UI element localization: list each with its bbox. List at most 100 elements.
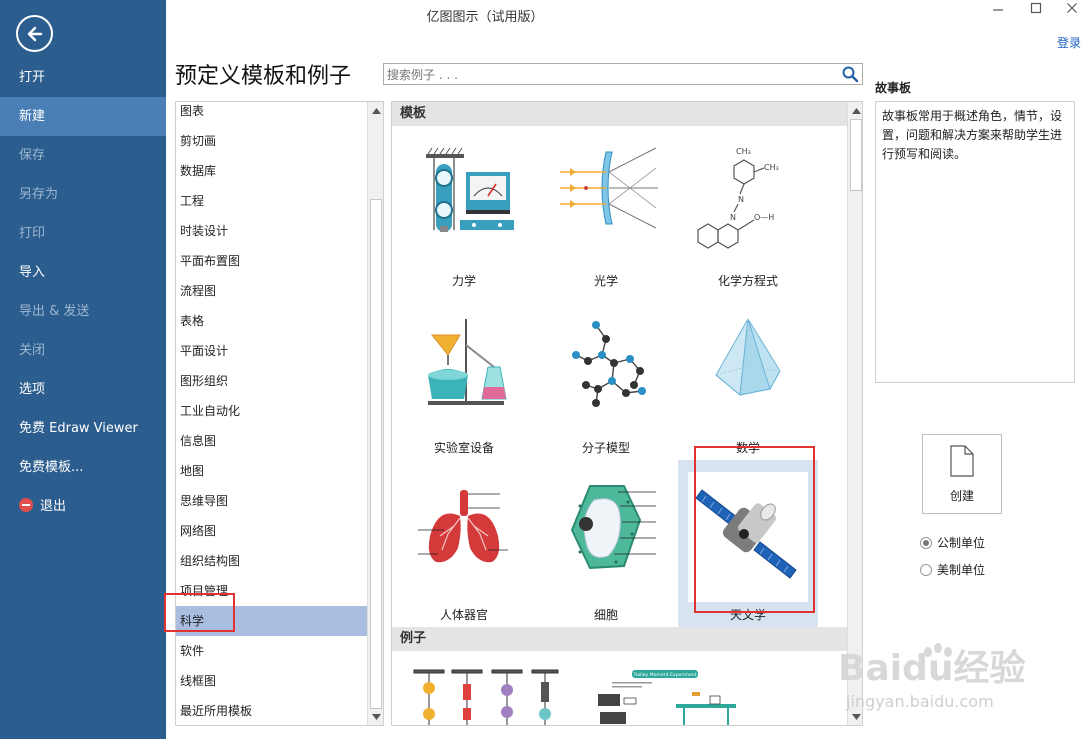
triangle-up-icon [371, 107, 381, 114]
sidebar-item-options[interactable]: 选项 [0, 370, 166, 409]
category-item[interactable]: 组织结构图 [176, 546, 367, 576]
molecular-model-thumbnail [572, 321, 646, 407]
maximize-button[interactable] [1026, 2, 1046, 20]
template-label: 细胞 [593, 608, 618, 622]
section-header-examples: 例子 [392, 627, 847, 651]
backstage-sidebar: 打开 新建 保存 另存为 打印 导入 导出 & 发送 关闭 选项 免费 Edra… [0, 0, 166, 739]
category-item[interactable]: 思维导图 [176, 486, 367, 516]
description-title: 故事板 [875, 81, 912, 95]
template-tile-lab-equipment[interactable]: 实验室设备 [394, 299, 534, 464]
category-item[interactable]: 平面布置图 [176, 246, 367, 276]
sidebar-item-export-send[interactable]: 导出 & 发送 [0, 292, 166, 331]
optics-thumbnail [560, 147, 658, 229]
search-input[interactable] [384, 65, 824, 85]
cell-thumbnail [570, 485, 656, 570]
create-button[interactable]: 创建 [922, 434, 1002, 514]
category-item[interactable]: 流程图 [176, 276, 367, 306]
category-item[interactable]: 表格 [176, 306, 367, 336]
scroll-down-arrow[interactable] [368, 708, 383, 725]
triangle-down-icon [371, 713, 381, 720]
example-thumbnail-pulleys[interactable] [412, 668, 562, 726]
unit-label: 公制单位 [937, 536, 986, 550]
template-label: 数学 [735, 441, 760, 455]
watermark-brand: Baidu经验 [838, 648, 1025, 689]
astronomy-thumbnail [688, 472, 808, 602]
sidebar-item-import[interactable]: 导入 [0, 253, 166, 292]
mathematics-thumbnail [715, 318, 781, 396]
category-item[interactable]: 工程 [176, 186, 367, 216]
sidebar-item-save-as[interactable]: 另存为 [0, 175, 166, 214]
section-header-templates: 模板 [392, 102, 847, 126]
scroll-up-arrow[interactable] [848, 102, 862, 119]
unit-option-metric[interactable]: 公制单位 [920, 534, 985, 551]
chem-label: N [738, 195, 744, 204]
sidebar-item-print[interactable]: 打印 [0, 214, 166, 253]
minimize-button[interactable] [988, 2, 1008, 20]
sidebar-item-open[interactable]: 打开 [0, 58, 166, 97]
category-item[interactable]: 图形组织 [176, 366, 367, 396]
template-label: 光学 [593, 274, 618, 288]
window-title: 亿图图示（试用版） [426, 10, 544, 25]
watermark-url: jingyan.baidu.com [846, 692, 994, 711]
category-item[interactable]: 信息图 [176, 426, 367, 456]
template-tile-cell[interactable]: 细胞 [536, 466, 676, 631]
unit-label: 美制单位 [937, 563, 986, 577]
sidebar-item-save[interactable]: 保存 [0, 136, 166, 175]
template-tile-mathematics[interactable]: 数学 [678, 299, 818, 464]
page-title: 预定义模板和例子 [175, 64, 352, 89]
category-scrollbar[interactable] [367, 102, 383, 725]
category-item[interactable]: 软件 [176, 636, 367, 666]
category-item[interactable]: 平面设计 [176, 336, 367, 366]
unit-option-us[interactable]: 美制单位 [920, 561, 985, 578]
category-item[interactable]: 剪切画 [176, 126, 367, 156]
scroll-thumb[interactable] [850, 119, 862, 191]
template-tile-chemical-equation[interactable]: CH₃ CH₃ N N O—H 化学方程式 [678, 132, 818, 297]
category-item[interactable]: 地图 [176, 456, 367, 486]
description-box: 故事板常用于概述角色，情节，设置，问题和解决方案来帮助学生进行预写和阅读。 [875, 101, 1075, 383]
template-tile-optics[interactable]: 光学 [536, 132, 676, 297]
chem-label: CH₃ [764, 163, 779, 172]
template-tile-astronomy[interactable]: 天文学 [678, 460, 818, 628]
template-gallery: 模板 力学 光学 CH₃ CH₃ N N O—H 化学方程式 实验室设备 分子模… [391, 101, 863, 726]
sidebar-item-new[interactable]: 新建 [0, 97, 166, 136]
baidu-logo-icon: Baidu经验 [838, 643, 1025, 689]
new-document-icon [950, 445, 974, 477]
create-button-label: 创建 [949, 489, 974, 503]
category-item[interactable]: 时装设计 [176, 216, 367, 246]
human-organs-thumbnail [418, 490, 508, 563]
category-item-science[interactable]: 科学 [176, 606, 367, 636]
template-label: 实验室设备 [433, 441, 494, 455]
template-tile-mechanics[interactable]: 力学 [394, 132, 534, 297]
sidebar-item-close[interactable]: 关闭 [0, 331, 166, 370]
close-window-button[interactable] [1062, 2, 1082, 20]
maximize-icon [1030, 2, 1042, 14]
template-scrollbar[interactable] [847, 102, 862, 725]
sidebar-item-exit[interactable]: 退出 [0, 487, 166, 526]
category-item[interactable]: 网络图 [176, 516, 367, 546]
mechanics-thumbnail [426, 147, 514, 232]
template-label: 化学方程式 [717, 274, 778, 288]
triangle-up-icon [851, 107, 861, 114]
chem-label: N [730, 213, 736, 222]
exit-icon [19, 498, 33, 512]
radio-checked-icon [920, 537, 932, 549]
back-button[interactable] [16, 15, 53, 52]
category-item[interactable]: 数据库 [176, 156, 367, 186]
example-thumbnail-trolley[interactable]: Trolley Moment Experiment [592, 668, 752, 726]
template-tile-human-organs[interactable]: 人体器官 [394, 466, 534, 631]
search-icon[interactable] [841, 65, 859, 83]
back-arrow-icon [27, 26, 42, 41]
category-item[interactable]: 线框图 [176, 666, 367, 696]
category-item[interactable]: 工业自动化 [176, 396, 367, 426]
template-tile-molecular-model[interactable]: 分子模型 [536, 299, 676, 464]
category-item[interactable]: 项目管理 [176, 576, 367, 606]
sidebar-item-edraw-viewer[interactable]: 免费 Edraw Viewer [0, 409, 166, 448]
scroll-up-arrow[interactable] [368, 102, 383, 119]
chemical-equation-thumbnail: CH₃ CH₃ N N O—H [697, 147, 779, 249]
category-item[interactable]: 最近所用模板 [176, 696, 367, 725]
sidebar-item-free-templates[interactable]: 免费模板... [0, 448, 166, 487]
chem-label: O—H [754, 213, 774, 222]
login-link[interactable]: 登录 [1057, 34, 1081, 51]
category-item[interactable]: 图表 [176, 102, 367, 126]
scroll-thumb[interactable] [370, 199, 382, 709]
